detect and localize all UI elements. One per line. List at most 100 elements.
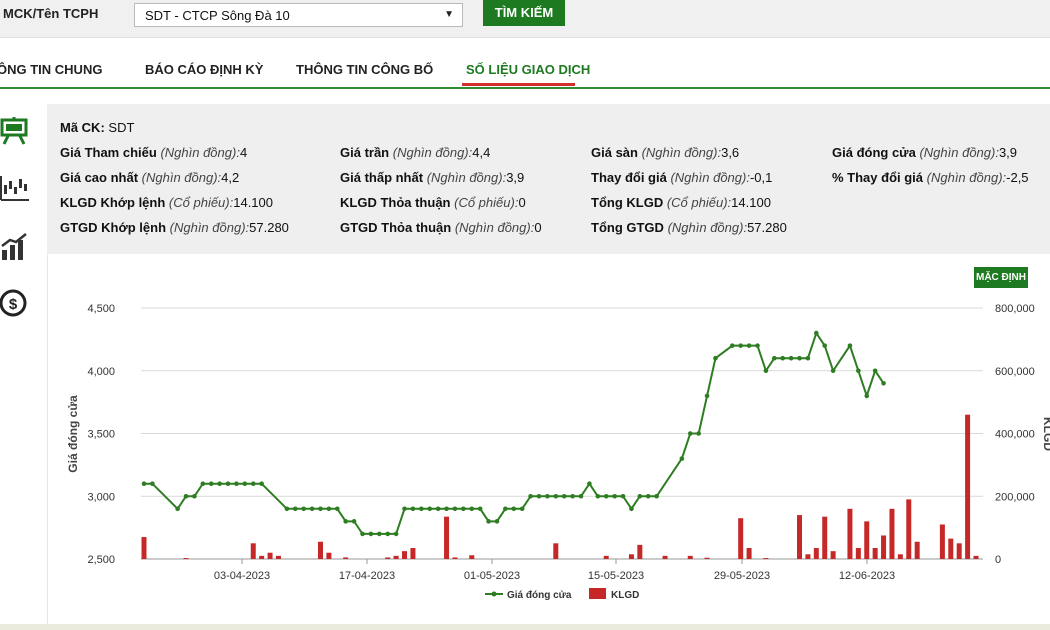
main-nav: ÔNG TIN CHUNG BÁO CÁO ĐỊNH KỲ THÔNG TIN … <box>0 56 1050 89</box>
volume-bar <box>603 555 609 559</box>
info-field-value: 3,9 <box>506 170 525 185</box>
info-field-unit: (Nghìn đồng): <box>392 145 473 160</box>
info-field-label: Giá cao nhất <box>60 170 139 185</box>
price-point <box>822 343 828 348</box>
info-field-label: Thay đổi giá <box>591 170 667 185</box>
price-point <box>511 506 517 512</box>
price-point <box>729 343 735 348</box>
volume-bar <box>956 543 962 559</box>
y-right-tick-label: 800,000 <box>995 303 1035 315</box>
info-field-value: 14.100 <box>731 195 771 210</box>
price-point <box>612 493 617 499</box>
price-point <box>444 506 449 512</box>
info-field: Thay đổi giá (Nghìn đồng):-0,1 <box>591 170 772 185</box>
info-field-value: 0 <box>534 220 542 235</box>
info-field-value: 3,6 <box>721 145 740 160</box>
price-point <box>637 493 643 499</box>
price-point <box>864 393 870 399</box>
volume-bar <box>343 557 349 559</box>
y-left-tick-label: 4,500 <box>87 303 115 315</box>
default-view-button[interactable]: MẶC ĐỊNH <box>974 267 1028 288</box>
volume-bar <box>250 543 256 559</box>
y-left-tick-label: 3,500 <box>87 429 115 441</box>
tab-trading-data[interactable]: SỐ LIỆU GIAO DỊCH <box>466 62 590 77</box>
price-point <box>259 481 264 486</box>
legend-bar-swatch <box>589 588 606 599</box>
price-point <box>402 506 407 512</box>
info-field: Giá Tham chiếu (Nghìn đồng):4 <box>60 145 247 160</box>
volume-bar <box>637 544 643 559</box>
price-point <box>477 506 483 512</box>
volume-bar <box>267 552 273 559</box>
info-field-label: Giá đóng cửa <box>832 145 916 160</box>
footer-strip <box>0 624 1050 630</box>
info-field: KLGD Khớp lệnh (Cổ phiếu):14.100 <box>60 195 273 210</box>
tab-disclosures[interactable]: THÔNG TIN CÔNG BỐ <box>296 62 433 77</box>
price-point <box>570 493 575 499</box>
info-field: Giá sàn (Nghìn đồng):3,6 <box>591 145 739 160</box>
info-field-unit: (Nghìn đồng): <box>670 170 750 185</box>
volume-bar <box>326 552 332 559</box>
volume-bar <box>881 535 887 559</box>
price-point <box>309 506 315 512</box>
price-point <box>603 493 609 499</box>
x-tick-label: 01-05-2023 <box>464 570 520 582</box>
info-field-unit: (Nghìn đồng): <box>667 220 748 235</box>
price-point <box>183 493 189 499</box>
info-field-label: KLGD Thỏa thuận <box>340 195 451 210</box>
volume-bar <box>402 551 408 559</box>
volume-bar <box>444 516 450 559</box>
info-field: GTGD Thỏa thuận (Nghìn đồng):0 <box>340 220 542 235</box>
info-field: Giá trần (Nghìn đồng):4,4 <box>340 145 490 160</box>
price-point <box>620 493 626 499</box>
price-point <box>780 355 786 361</box>
volume-bar <box>763 558 769 560</box>
legend-price-label: Giá đóng cửa <box>507 590 572 601</box>
y-right-tick-label: 200,000 <box>995 491 1035 503</box>
presentation-board-icon[interactable] <box>0 115 30 145</box>
volume-bar <box>864 521 870 559</box>
info-field-label: Giá Tham chiếu <box>60 145 157 160</box>
y-left-tick-label: 4,000 <box>87 366 115 378</box>
info-field-label: Giá trần <box>340 145 390 160</box>
info-field-unit: (Nghìn đồng): <box>641 145 722 160</box>
price-point <box>645 493 651 499</box>
info-field-value: -0,1 <box>749 170 773 185</box>
price-point <box>746 343 752 348</box>
info-field-value: 57.280 <box>747 220 787 235</box>
price-point <box>393 531 399 537</box>
tab-periodic-reports[interactable]: BÁO CÁO ĐỊNH KỲ <box>145 62 263 77</box>
price-point <box>561 493 567 499</box>
info-field: Tổng GTGD (Nghìn đồng):57.280 <box>591 220 787 235</box>
price-point <box>326 506 332 512</box>
volume-bar <box>628 554 634 559</box>
volume-bar <box>822 516 828 559</box>
search-label: MCK/Tên TCPH <box>3 6 99 21</box>
volume-bar <box>183 558 189 560</box>
info-field-unit: (Nghìn đồng): <box>454 220 535 235</box>
stock-select[interactable]: SDT - CTCP Sông Đà 10 ▼ <box>134 3 463 27</box>
info-field-value: 4 <box>239 145 248 160</box>
price-point <box>814 330 819 336</box>
price-point <box>469 506 475 512</box>
price-point <box>377 531 382 537</box>
tab-general-info[interactable]: ÔNG TIN CHUNG <box>0 62 102 77</box>
volume-bar <box>746 548 752 559</box>
x-tick-label: 17-04-2023 <box>339 570 395 582</box>
info-field-label: Tổng GTGD <box>591 220 664 235</box>
price-point <box>856 368 861 374</box>
search-button[interactable]: TÌM KIẾM <box>483 0 565 26</box>
price-point <box>528 493 533 499</box>
dollar-coin-icon[interactable]: $ <box>0 289 30 319</box>
volume-bar <box>805 554 811 559</box>
y-left-tick-label: 2,500 <box>87 554 115 566</box>
info-field-value: 4,2 <box>221 170 240 185</box>
price-point <box>343 519 348 524</box>
price-point <box>318 506 323 512</box>
volume-bar <box>385 557 391 559</box>
volume-bar <box>965 414 971 559</box>
candlestick-chart-icon[interactable] <box>0 173 30 203</box>
growth-chart-icon[interactable] <box>0 232 30 262</box>
price-point <box>763 368 769 374</box>
info-field: % Thay đổi giá (Nghìn đồng):-2,5 <box>832 170 1029 185</box>
